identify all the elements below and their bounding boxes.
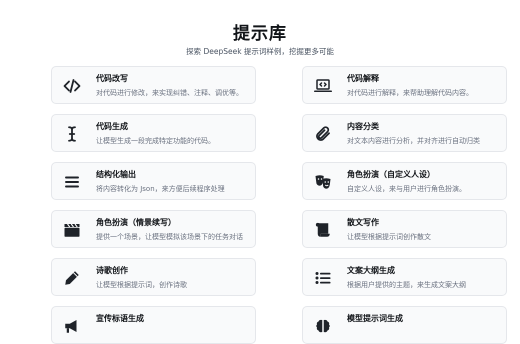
card-description: 让模型根据提示词，创作诗歌 <box>96 281 187 289</box>
card-description: 对文本内容进行分析，并对齐进行自动归类 <box>347 137 480 145</box>
megaphone-icon <box>62 316 82 336</box>
card-description: 自定义人设，来与用户进行角色扮演。 <box>347 185 466 193</box>
prompt-grid: 代码改写 对代码进行修改，来实现纠错、注释、调优等。 代码解释 对代码进行解释，… <box>0 0 520 344</box>
cursor-text-icon <box>62 124 82 144</box>
clapperboard-icon <box>62 220 82 240</box>
card-title: 模型提示词生成 <box>347 314 403 323</box>
card-description: 提供一个场景，让模型模拟该场景下的任务对话 <box>96 233 243 241</box>
card-title: 散文写作 <box>347 218 379 227</box>
card-description: 让模型生成一段完成特定功能的代码。 <box>96 137 215 145</box>
prompt-card-slogan[interactable]: 宣传标语生成 <box>51 306 256 344</box>
prompt-card-code-explain[interactable]: 代码解释 对代码进行解释，来帮助理解代码内容。 <box>302 66 507 104</box>
prompt-card-content-classify[interactable]: 内容分类 对文本内容进行分析，并对齐进行自动归类 <box>302 114 507 152</box>
prompt-card-outline[interactable]: 文案大纲生成 根据用户提供的主题，来生成文案大纲 <box>302 258 507 296</box>
card-title: 内容分类 <box>347 122 379 131</box>
prompt-card-prose-writing[interactable]: 散文写作 让模型根据提示词创作散文 <box>302 210 507 248</box>
card-description: 让模型根据提示词创作散文 <box>347 233 431 241</box>
prompt-card-model-prompt[interactable]: 模型提示词生成 <box>302 306 507 344</box>
list-bars-icon <box>62 172 82 192</box>
prompt-card-roleplay-scenario[interactable]: 角色扮演（情景续写） 提供一个场景，让模型模拟该场景下的任务对话 <box>51 210 256 248</box>
prompt-card-structured-output[interactable]: 结构化输出 将内容转化为 Json，来方便后续程序处理 <box>51 162 256 200</box>
card-description: 根据用户提供的主题，来生成文案大纲 <box>347 281 466 289</box>
prompt-card-poetry[interactable]: 诗歌创作 让模型根据提示词，创作诗歌 <box>51 258 256 296</box>
laptop-code-icon <box>313 76 333 96</box>
card-title: 代码解释 <box>347 74 379 83</box>
card-description: 将内容转化为 Json，来方便后续程序处理 <box>96 185 225 193</box>
card-title: 角色扮演（情景续写） <box>96 218 176 227</box>
card-title: 代码生成 <box>96 122 128 131</box>
card-description: 对代码进行修改，来实现纠错、注释、调优等。 <box>96 89 243 97</box>
pen-icon <box>62 268 82 288</box>
prompt-card-roleplay-persona[interactable]: 角色扮演（自定义人设） 自定义人设，来与用户进行角色扮演。 <box>302 162 507 200</box>
brain-icon <box>313 316 333 336</box>
card-title: 角色扮演（自定义人设） <box>347 170 435 179</box>
card-title: 诗歌创作 <box>96 266 128 275</box>
prompt-card-code-rewrite[interactable]: 代码改写 对代码进行修改，来实现纠错、注释、调优等。 <box>51 66 256 104</box>
code-icon <box>62 76 82 96</box>
card-title: 结构化输出 <box>96 170 136 179</box>
card-title: 代码改写 <box>96 74 128 83</box>
list-icon <box>313 268 333 288</box>
card-title: 文案大纲生成 <box>347 266 395 275</box>
paperclip-icon <box>313 124 333 144</box>
card-description: 对代码进行解释，来帮助理解代码内容。 <box>347 89 473 97</box>
card-title: 宣传标语生成 <box>96 314 144 323</box>
theater-masks-icon <box>313 172 333 192</box>
prompt-card-code-generate[interactable]: 代码生成 让模型生成一段完成特定功能的代码。 <box>51 114 256 152</box>
scroll-icon <box>313 220 333 240</box>
